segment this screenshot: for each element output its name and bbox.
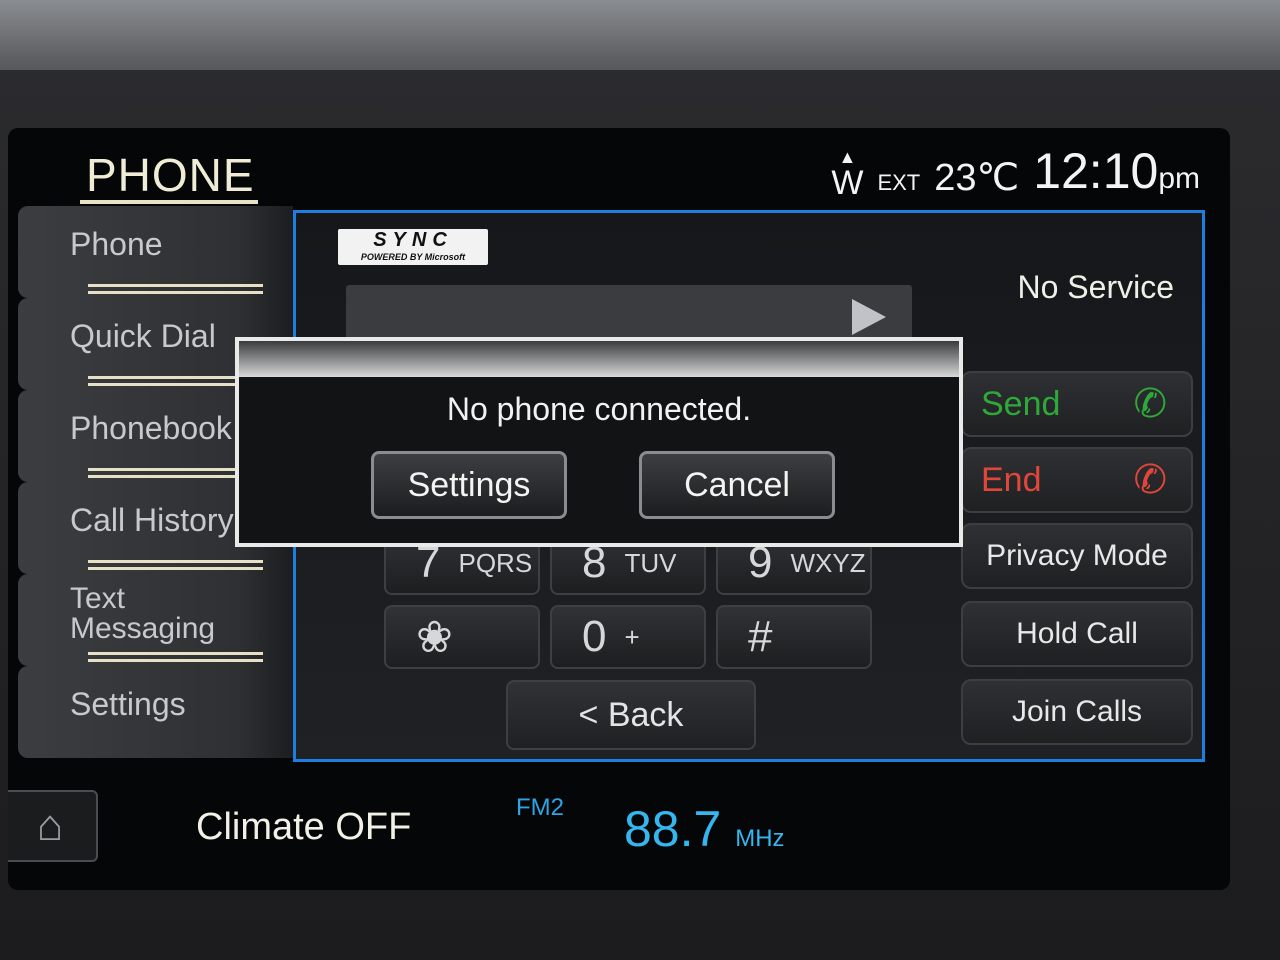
sidebar-divider [88,560,263,570]
privacy-mode-button[interactable]: Privacy Mode [961,523,1193,589]
sidebar-item-label: Call History [70,502,234,538]
frequency-value: 88.7 [624,801,722,857]
sidebar-item-label: Settings [70,686,186,722]
sidebar-item-phone[interactable]: Phone [18,206,293,298]
bottom-bar: ⌂ Climate OFF FM2 88.7 MHz [8,778,1230,890]
no-phone-dialog: No phone connected. Settings Cancel [235,337,963,547]
key-letters: PQRS [458,547,533,578]
home-icon: ⌂ [36,801,64,850]
key-letters: TUV [624,547,677,578]
compass-icon: ▲ W [831,147,864,202]
climate-status[interactable]: Climate OFF [196,806,411,849]
send-label: Send [981,384,1061,423]
home-button[interactable]: ⌂ [8,790,98,862]
back-button[interactable]: < Back [506,680,756,750]
sync-screen: PHONE ▲ W EXT 23℃ 12:10pm Phone Quick Di… [8,128,1230,890]
clock-time: 12:10 [1033,143,1159,199]
dialed-number-field[interactable] [346,285,912,345]
sidebar-item-label: Phone [70,226,163,262]
compass-heading: W [831,164,864,202]
sync-logo-sub: POWERED BY Microsoft [360,252,466,262]
sidebar-item-settings[interactable]: Settings [18,666,293,758]
outside-temperature: 23℃ [934,157,1020,199]
keypad-key-0[interactable]: 0 + [550,605,706,669]
dialog-cancel-button[interactable]: Cancel [639,451,835,519]
clock: 12:10pm [1033,142,1200,200]
hold-call-button[interactable]: Hold Call [961,601,1193,667]
sync-logo-main: SYNC [373,229,453,251]
frequency-unit: MHz [735,825,785,852]
status-area: ▲ W EXT 23℃ 12:10pm [831,143,1200,202]
key-letters: + [624,621,640,652]
dialog-header [239,341,959,377]
radio-frequency[interactable]: 88.7 MHz [624,800,785,858]
sync-logo: SYNC POWERED BY Microsoft [338,229,488,265]
phone-handset-icon: ✆ [1133,382,1167,426]
service-status: No Service [1017,269,1175,305]
dialog-settings-button[interactable]: Settings [371,451,567,519]
key-number: 0 [582,612,607,661]
clock-suffix: pm [1158,162,1200,195]
play-arrow-icon[interactable] [852,299,886,335]
dialog-message: No phone connected. [446,391,752,427]
end-button[interactable]: End ✆ [961,447,1193,513]
join-calls-button[interactable]: Join Calls [961,679,1193,745]
sidebar-divider [88,284,263,294]
sidebar-divider [88,652,263,662]
end-label: End [981,460,1042,499]
key-letters: WXYZ [790,547,866,578]
sidebar-item-text-messaging[interactable]: Text Messaging [18,574,293,666]
send-button[interactable]: Send ✆ [961,371,1193,437]
sidebar-item-label: Text Messaging [70,582,216,645]
radio-band: FM2 [516,794,564,821]
ext-label: EXT [877,170,921,195]
keypad-key-hash[interactable]: # [716,605,872,669]
sidebar-item-label: Quick Dial [70,318,216,354]
key-number: ❀ [416,612,453,662]
keypad-key-star[interactable]: ❀ [384,605,540,669]
sidebar-item-label: Phonebook [70,410,232,446]
key-number: # [748,612,773,661]
page-title: PHONE [86,149,255,201]
hang-up-icon: ✆ [1133,458,1167,502]
